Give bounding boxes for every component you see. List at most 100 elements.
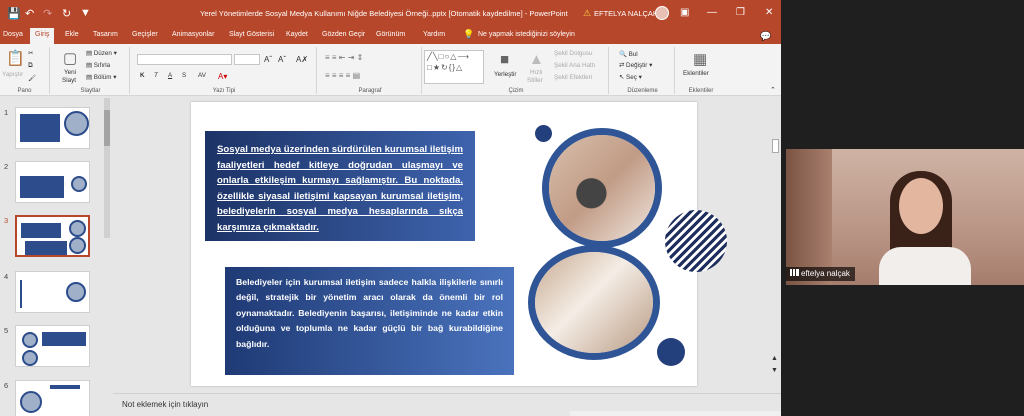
addins-icon[interactable]: ▦ [693,50,707,68]
slide-textbox-2[interactable]: Belediyeler için kurumsal iletişim sadec… [225,267,514,375]
thumbnail-row[interactable]: 1 [0,107,110,153]
shadow-button[interactable]: S [182,72,186,79]
title-bar: 💾 ↶ ↷ ↻ ▼ Yerel Yönetimlerde Sosyal Medy… [0,0,781,27]
font-color-icon[interactable]: A▾ [218,72,227,81]
new-slide-label-1[interactable]: Yeni [64,69,76,76]
copy-icon[interactable]: ⧉ [28,62,33,70]
slide-textbox-1[interactable]: Sosyal medya üzerinden sürdürülen kurums… [205,131,475,241]
slide-thumbnail[interactable] [15,161,90,203]
find-button[interactable]: 🔍 Bul [619,50,638,58]
new-slide-label-2[interactable]: Slayt [62,77,76,84]
thumbnail-row[interactable]: 2 [0,161,110,207]
group-duzenleme: 🔍 Bul ⇄ Değiştir ▾ ↖ Seç ▾ Düzenleme [611,47,675,94]
bold-button[interactable]: K [140,72,145,79]
arrange-icon[interactable]: ■ [500,51,509,68]
shape-fill-button[interactable]: Şekil Dolgusu [554,50,593,57]
thumbnail-row[interactable]: 4 [0,271,110,317]
thumbnail-scrollbar[interactable] [104,98,110,238]
scrollbar-thumb[interactable] [772,139,779,153]
increase-font-icon[interactable]: Aˆ [264,55,272,64]
current-slide[interactable]: Sosyal medya üzerinden sürdürülen kurums… [191,102,727,386]
slide-thumbnail-selected[interactable] [15,215,90,257]
select-button[interactable]: ↖ Seç ▾ [619,74,642,81]
tablet-photo-circle[interactable] [542,128,662,248]
webcam-video-tile[interactable] [786,149,1024,285]
shape-outline-button[interactable]: Şekil Ana Hattı [554,62,595,69]
arrange-button-label[interactable]: Yerleştir [494,71,517,78]
thumb-image [69,237,86,254]
underline-button[interactable]: A [168,72,172,79]
undo-icon[interactable]: ↶ [25,7,34,20]
shapes-gallery[interactable]: ╱╲□○△⟶ □★↻{}△ [424,50,484,84]
thumbnail-row[interactable]: 5 [0,325,110,371]
tab-gecisler[interactable]: Geçişler [132,31,158,38]
meeting-photo-circle[interactable] [528,245,660,360]
start-slideshow-icon[interactable]: ↻ [62,7,71,20]
tell-me-search[interactable]: Ne yapmak istediğinizi söyleyin [478,31,575,38]
restore-icon[interactable]: ❐ [736,7,745,18]
font-size-dropdown[interactable] [234,54,260,65]
shape-effects-button[interactable]: Şekil Efektleri [554,74,592,81]
char-spacing-button[interactable]: AV [198,72,206,79]
group-label-pano: Pano [17,88,32,94]
cut-icon[interactable]: ✂ [28,50,33,57]
reset-button[interactable]: ▤ Sıfırla [86,62,110,69]
slide-scrollbar[interactable]: ▲ ▼ [769,97,781,393]
tab-gozden-gecir[interactable]: Gözden Geçir [322,31,365,38]
document-title: Yerel Yönetimlerde Sosyal Medya Kullanım… [200,9,568,18]
prev-slide-icon[interactable]: ▲ [771,355,778,362]
paste-icon[interactable]: 📋 [6,49,25,67]
replace-button[interactable]: ⇄ Değiştir ▾ [619,62,652,69]
tab-ekle[interactable]: Ekle [65,31,79,38]
avatar[interactable] [655,6,669,20]
user-name[interactable]: EFTELYA NALÇAK [594,9,658,18]
save-icon[interactable]: 💾 [7,7,21,20]
close-icon[interactable]: ✕ [765,7,773,18]
ribbon-options-icon[interactable]: ▣ [680,7,689,18]
quick-styles-label-1[interactable]: Hızlı [530,69,543,76]
scrollbar-thumb[interactable] [104,110,110,146]
tab-gorunum[interactable]: Görünüm [376,31,405,38]
decrease-font-icon[interactable]: Aˇ [278,55,286,64]
quick-styles-label-2[interactable]: Stiller [527,77,543,84]
next-slide-icon[interactable]: ▼ [771,367,778,374]
align-icons[interactable]: ≡ ≡ ≡ ≡ ▤ [325,71,360,80]
font-name-dropdown[interactable] [137,54,232,65]
slide-thumbnail[interactable] [15,380,90,416]
slide-thumbnail[interactable] [15,271,90,313]
customize-toolbar-icon[interactable]: ▼ [80,7,91,19]
paste-button-label[interactable]: Yapıştır [2,71,23,78]
group-label-duzenleme: Düzenleme [627,88,658,94]
tab-kaydet[interactable]: Kaydet [286,31,308,38]
thumbnail-row[interactable]: 6 [0,380,110,416]
section-button[interactable]: ▤ Bölüm ▾ [86,74,116,81]
addins-button-label[interactable]: Eklentiler [683,70,709,77]
thumbnail-row[interactable]: 3 [0,215,110,261]
slide-thumbnail[interactable] [15,107,90,149]
slide-thumbnail[interactable] [15,325,90,367]
tab-giris[interactable]: Giriş [30,28,55,44]
notes-placeholder: Not eklemek için tıklayın [122,400,209,409]
italic-button[interactable]: T [154,72,158,79]
tab-dosya[interactable]: Dosya [3,31,23,38]
thumb-image [64,111,89,136]
collapse-ribbon-icon[interactable]: ⌃ [770,86,776,94]
comments-icon[interactable]: 💬 [760,31,771,42]
redo-icon[interactable]: ↷ [43,7,52,20]
bullets-icon[interactable]: ≡ ≡ ⇤ ⇥ ⇕ [325,53,363,62]
new-slide-icon[interactable]: ▢ [63,49,77,67]
tab-animasyonlar[interactable]: Animasyonlar [172,31,214,38]
minimize-icon[interactable]: — [707,7,717,18]
slide-number: 4 [4,272,9,281]
tab-tasarim[interactable]: Tasarım [93,31,118,38]
tab-yardim[interactable]: Yardım [423,31,445,38]
quick-styles-icon[interactable]: ▲ [529,51,544,68]
layout-button[interactable]: ▤ Düzen ▾ [86,50,117,57]
lightbulb-icon[interactable]: 💡 [463,29,474,40]
tab-slayt-gosterisi[interactable]: Slayt Gösterisi [229,31,274,38]
status-bar [570,411,781,416]
slide-number: 1 [4,108,9,117]
group-slaytlar: ▢ Yeni Slayt ▤ Düzen ▾ ▤ Sıfırla ▤ Bölüm… [52,47,130,94]
clear-format-icon[interactable]: A✗ [296,55,308,64]
format-painter-icon[interactable]: 🖌 [28,74,36,82]
